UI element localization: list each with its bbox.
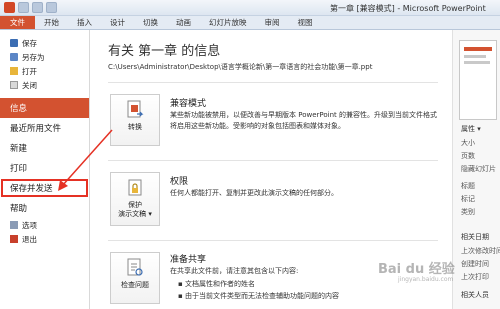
title-bar: 第一章 [兼容模式] - Microsoft PowerPoint (0, 0, 500, 16)
tab-home[interactable]: 开始 (35, 16, 68, 29)
baidu-watermark-url: jingyan.baidu.com (398, 276, 454, 283)
nav-print[interactable]: 打印 (0, 158, 89, 178)
prop-hidden-slides: 隐藏幻灯片 (461, 165, 496, 173)
tab-file[interactable]: 文件 (0, 16, 35, 29)
divider (108, 82, 438, 83)
save-icon (10, 39, 18, 47)
nav-options[interactable]: 选项 (0, 218, 89, 232)
tab-animations[interactable]: 动画 (167, 16, 200, 29)
bullet-item: ▪ 由于当前文件类型而无法检查辅助功能问题的内容 (178, 291, 448, 302)
bullet-dot: ▪ (178, 292, 185, 300)
prop-pages: 页数 (461, 152, 475, 160)
nav-exit-label: 退出 (22, 234, 37, 244)
open-folder-icon (10, 67, 18, 75)
close-file-icon (10, 81, 18, 89)
protect-label-line2: 演示文稿 ▾ (118, 210, 152, 218)
nav-close-label: 关闭 (22, 80, 37, 90)
powerpoint-app-icon[interactable] (4, 2, 15, 13)
bullet-dot: ▪ (178, 280, 185, 288)
convert-button-label: 转换 (128, 123, 142, 131)
qat-redo-icon[interactable] (46, 2, 57, 13)
checklist-icon (126, 258, 144, 278)
nav-options-label: 选项 (22, 220, 37, 230)
convert-icon (126, 100, 144, 120)
date-created: 创建时间 (461, 260, 489, 268)
tab-transitions[interactable]: 切换 (134, 16, 167, 29)
nav-save-as[interactable]: 另存为 (0, 50, 89, 64)
bullet-text: 文档属性和作者的姓名 (184, 280, 255, 288)
permissions-title: 权限 (170, 177, 189, 187)
quick-access-toolbar (4, 2, 57, 13)
related-dates-label: 相关日期 (461, 233, 489, 241)
compat-mode-title: 兼容模式 (170, 99, 207, 109)
date-modified: 上次修改时间 (461, 247, 500, 255)
protect-button-label: 保护 演示文稿 ▾ (118, 201, 152, 219)
nav-recent[interactable]: 最近所用文件 (0, 118, 89, 138)
tab-review[interactable]: 审阅 (256, 16, 289, 29)
qat-undo-icon[interactable] (32, 2, 43, 13)
nav-new[interactable]: 新建 (0, 138, 89, 158)
page-title: 有关 第一章 的信息 (108, 44, 221, 59)
related-people-label: 相关人员 (461, 291, 489, 299)
save-as-icon (10, 53, 18, 61)
convert-button[interactable]: 转换 (110, 94, 160, 146)
tab-insert[interactable]: 插入 (68, 16, 101, 29)
baidu-watermark-logo: Bai du 经验 (378, 262, 455, 277)
nav-open[interactable]: 打开 (0, 64, 89, 78)
nav-save-label: 保存 (22, 38, 37, 48)
prop-title: 标题 (461, 182, 475, 190)
tab-design[interactable]: 设计 (101, 16, 134, 29)
properties-label[interactable]: 属性 ▾ (461, 124, 481, 134)
lock-icon (126, 178, 144, 198)
divider (108, 160, 438, 161)
prop-category: 类别 (461, 208, 475, 216)
check-issues-label: 检查问题 (121, 281, 149, 289)
backstage-nav: 保存 另存为 打开 关闭 信息 最近所用文件 新建 打印 保存并发送 帮助 选项… (0, 30, 90, 309)
ribbon-tabs: 文件 开始 插入 设计 切换 动画 幻灯片放映 审阅 视图 (0, 16, 500, 30)
nav-info[interactable]: 信息 (0, 98, 89, 118)
properties-pane: 属性 ▾ 大小 页数 隐藏幻灯片 标题 标记 类别 相关日期 上次修改时间 创建… (452, 30, 500, 309)
nav-open-label: 打开 (22, 66, 37, 76)
nav-close[interactable]: 关闭 (0, 78, 89, 92)
nav-save-send[interactable]: 保存并发送 (0, 178, 89, 198)
nav-exit[interactable]: 退出 (0, 232, 89, 246)
tab-view[interactable]: 视图 (289, 16, 322, 29)
slide-thumbnail (459, 40, 497, 120)
protect-label-line1: 保护 (128, 201, 142, 209)
protect-presentation-button[interactable]: 保护 演示文稿 ▾ (110, 172, 160, 226)
nav-save[interactable]: 保存 (0, 36, 89, 50)
qat-save-icon[interactable] (18, 2, 29, 13)
window-title: 第一章 [兼容模式] - Microsoft PowerPoint (330, 4, 486, 13)
exit-icon (10, 235, 18, 243)
prop-size: 大小 (461, 139, 475, 147)
divider (108, 240, 438, 241)
nav-save-as-label: 另存为 (22, 52, 45, 62)
check-issues-button[interactable]: 检查问题 (110, 252, 160, 304)
date-printed: 上次打印 (461, 273, 489, 281)
nav-help[interactable]: 帮助 (0, 198, 89, 218)
compat-mode-text: 某些新功能被禁用，以便改善与早期版本 PowerPoint 的兼容性。升级到当前… (170, 111, 437, 130)
permissions-text: 任何人都能打开、复制并更改此演示文稿的任何部分。 (170, 189, 338, 197)
tab-slideshow[interactable]: 幻灯片放映 (200, 16, 256, 29)
options-icon (10, 221, 18, 229)
file-path: C:\Users\Administrator\Desktop\语言学概论新\第一… (108, 63, 373, 71)
prepare-share-title: 准备共享 (170, 255, 207, 265)
prop-tags: 标记 (461, 195, 475, 203)
bullet-text: 由于当前文件类型而无法检查辅助功能问题的内容 (184, 292, 339, 300)
